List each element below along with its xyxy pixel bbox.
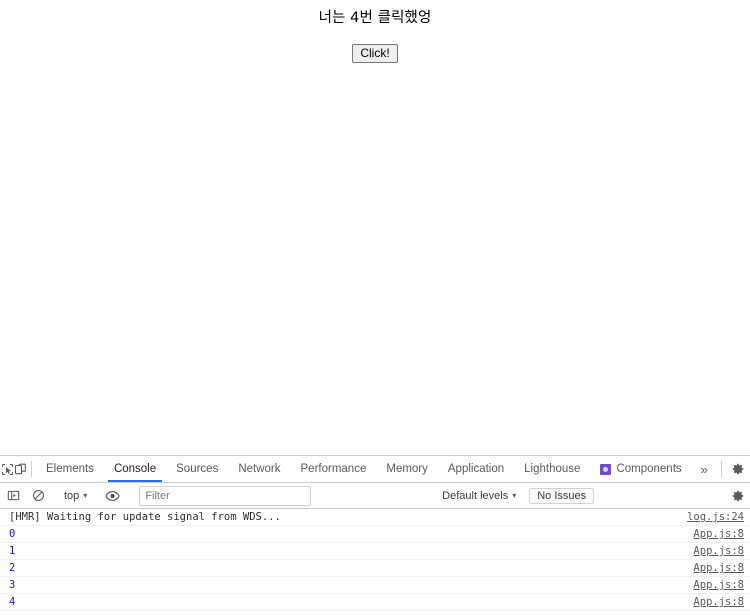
execution-context-selector[interactable]: top ▾	[60, 490, 91, 502]
inspect-element-icon	[1, 463, 14, 476]
tab-sources[interactable]: Sources	[166, 456, 228, 482]
chevron-down-icon: ▾	[512, 490, 517, 500]
tabbar-right-actions	[717, 456, 750, 482]
tab-label: Sources	[176, 463, 219, 475]
console-message-text: [HMR] Waiting for update signal from WDS…	[9, 511, 281, 523]
tab-application[interactable]: Application	[438, 456, 514, 482]
console-message-text: 1	[9, 545, 16, 557]
console-toolbar: top ▾ Default levels ▾ No Issues	[0, 483, 750, 509]
console-settings-button[interactable]	[725, 489, 750, 503]
console-message-row[interactable]: 1 App.js:8	[0, 543, 750, 560]
tab-label: Network	[238, 463, 281, 475]
eye-icon	[105, 490, 120, 502]
page-content: 너는 4번 클릭했엉 Click!	[0, 0, 750, 64]
issues-status-button[interactable]: No Issues	[529, 487, 595, 504]
tab-lighthouse[interactable]: Lighthouse	[514, 456, 590, 482]
click-counter-text: 너는 4번 클릭했엉	[318, 10, 432, 26]
devtools-panel: Elements Console Sources Network Perform…	[0, 455, 750, 615]
click-button[interactable]: Click!	[352, 44, 398, 64]
console-message-source-link[interactable]: App.js:8	[693, 528, 744, 540]
tab-network[interactable]: Network	[228, 456, 290, 482]
console-settings-gear-icon	[731, 489, 745, 503]
log-levels-label: Default levels	[442, 489, 509, 502]
react-components-icon	[600, 463, 612, 475]
console-message-source-link[interactable]: App.js:8	[693, 596, 744, 608]
console-message-text: 0	[9, 528, 16, 540]
console-filter-input[interactable]	[139, 485, 312, 506]
tab-memory[interactable]: Memory	[376, 456, 438, 482]
console-message-row[interactable]: [HMR] Waiting for update signal from WDS…	[0, 509, 750, 526]
tab-label: Application	[447, 463, 505, 475]
console-prompt-row[interactable]: ›	[0, 611, 750, 615]
log-levels-selector[interactable]: Default levels ▾	[438, 490, 520, 502]
console-message-row[interactable]: 0 App.js:8	[0, 526, 750, 543]
device-toolbar-icon	[14, 463, 27, 476]
tab-elements[interactable]: Elements	[36, 456, 104, 482]
console-message-text: 4	[9, 596, 16, 608]
console-message-source-link[interactable]: App.js:8	[693, 579, 744, 591]
toolbar-divider	[720, 461, 722, 477]
tab-label: Console	[113, 463, 157, 475]
inspect-element-button[interactable]	[1, 456, 14, 482]
clear-console-icon	[32, 489, 45, 502]
tab-performance[interactable]: Performance	[291, 456, 377, 482]
console-sidebar-icon	[7, 489, 20, 502]
devtools-tabbar: Elements Console Sources Network Perform…	[0, 456, 750, 483]
tab-label: Elements	[46, 463, 94, 475]
tabs-overflow-button[interactable]: »	[692, 456, 717, 482]
tab-label: Performance	[300, 463, 367, 475]
console-message-source-link[interactable]: App.js:8	[693, 562, 744, 574]
console-message-row[interactable]: 4 App.js:8	[0, 594, 750, 611]
tab-console[interactable]: Console	[104, 456, 166, 482]
chevron-down-icon: ▾	[83, 490, 88, 500]
settings-gear-icon	[731, 462, 745, 476]
page-viewport: 너는 4번 클릭했엉 Click!	[0, 0, 750, 455]
clear-console-button[interactable]	[26, 489, 51, 502]
tab-components[interactable]: Components	[590, 456, 691, 482]
console-message-list[interactable]: [HMR] Waiting for update signal from WDS…	[0, 509, 750, 615]
tab-label: Lighthouse	[524, 463, 581, 475]
console-message-text: 2	[9, 562, 16, 574]
console-message-text: 3	[9, 579, 16, 591]
console-message-source-link[interactable]: App.js:8	[693, 545, 744, 557]
devtools-settings-button[interactable]	[726, 456, 750, 482]
console-message-row[interactable]: 3 App.js:8	[0, 577, 750, 594]
live-expression-button[interactable]	[100, 490, 125, 502]
toolbar-divider	[31, 461, 32, 477]
tab-label: Components	[616, 463, 682, 475]
console-message-row[interactable]: 2 App.js:8	[0, 560, 750, 577]
execution-context-label: top	[64, 489, 80, 502]
device-toolbar-button[interactable]	[14, 456, 27, 482]
tab-label: Memory	[386, 463, 428, 475]
console-message-source-link[interactable]: log.js:24	[687, 511, 744, 523]
console-sidebar-toggle-button[interactable]	[1, 489, 26, 502]
